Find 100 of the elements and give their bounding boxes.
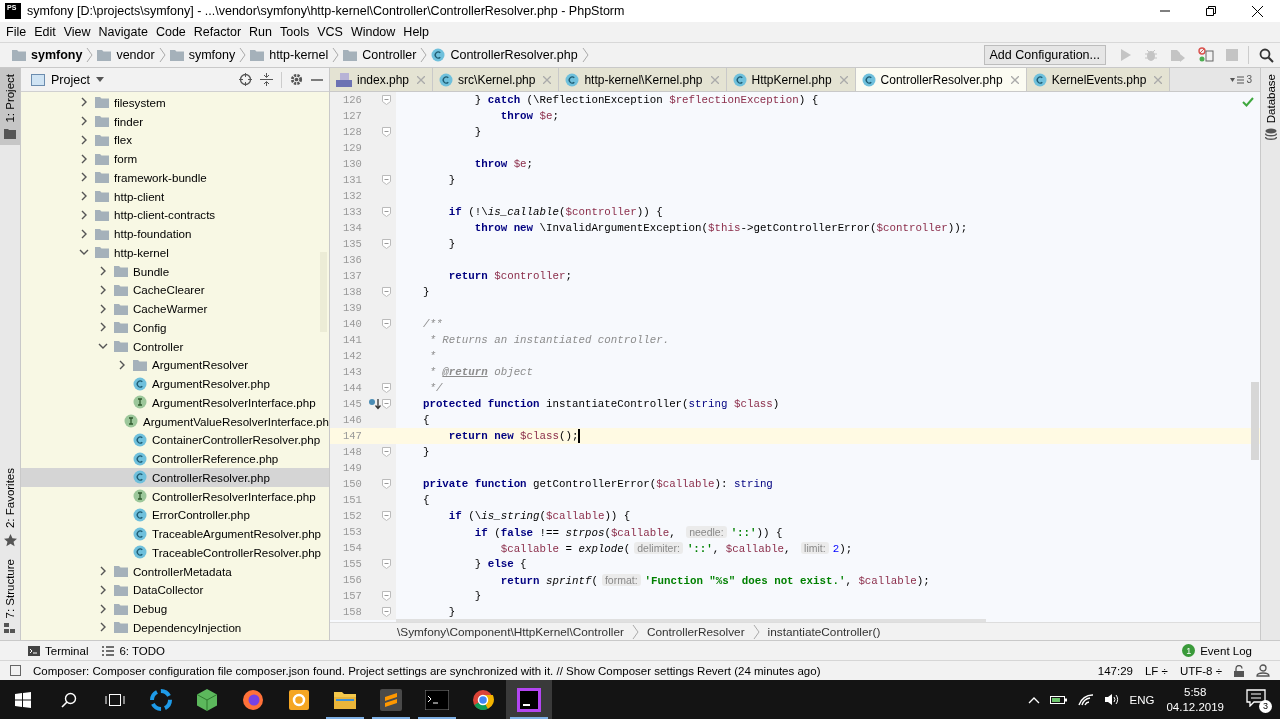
app-icon[interactable]	[287, 687, 311, 712]
menu-item[interactable]: Tools	[276, 25, 314, 39]
tree-item[interactable]: ArgumentResolver.php	[21, 374, 329, 393]
tool-window-tab[interactable]: 1: Project	[0, 68, 20, 145]
notification-icon[interactable]	[1246, 688, 1266, 707]
fold-marker-icon[interactable]	[382, 175, 391, 185]
tree-item[interactable]: Config	[21, 318, 329, 337]
tree-item[interactable]: ArgumentValueResolverInterface.ph	[21, 411, 329, 431]
tree-item[interactable]: DataCollector	[21, 580, 329, 600]
fold-marker-icon[interactable]	[382, 479, 391, 489]
fold-marker-icon[interactable]	[382, 95, 391, 105]
search-icon[interactable]	[1259, 47, 1274, 63]
breadcrumb-item[interactable]: symfony	[165, 48, 240, 62]
fold-marker-icon[interactable]	[382, 319, 391, 329]
tree-item[interactable]: form	[21, 149, 329, 168]
terminal-icon[interactable]	[425, 689, 449, 710]
tool-window-button[interactable]: 6: TODO	[102, 644, 166, 657]
app-icon[interactable]	[517, 687, 541, 712]
tree-item[interactable]: ErrorController.php	[21, 505, 329, 525]
event-log-button[interactable]: 1 Event Log	[1182, 644, 1252, 657]
restore-icon[interactable]	[1206, 6, 1216, 16]
tree-item[interactable]: http-kernel	[21, 243, 329, 262]
inspector-icon[interactable]	[1256, 664, 1270, 677]
breadcrumb-item[interactable]: vendor	[93, 48, 159, 62]
editor-tab[interactable]: index.php	[330, 68, 434, 91]
tree-item[interactable]: Bundle	[21, 261, 329, 281]
tree-item[interactable]: framework-bundle	[21, 168, 329, 187]
battery-icon[interactable]	[1049, 694, 1068, 705]
menu-item[interactable]: VCS	[313, 25, 347, 39]
editor-tab[interactable]: KernelEvents.php	[1026, 68, 1171, 91]
fold-marker-icon[interactable]	[382, 559, 391, 569]
collapse-all-icon[interactable]	[260, 73, 273, 86]
chevron-up-icon[interactable]	[1027, 695, 1040, 704]
fold-marker-icon[interactable]	[382, 607, 391, 617]
tree-item[interactable]: http-client-contracts	[21, 205, 329, 225]
browser-icon[interactable]	[471, 687, 495, 712]
tool-windows-icon[interactable]	[10, 665, 21, 676]
tree-item[interactable]: ControllerReference.php	[21, 449, 329, 468]
tree-item[interactable]: http-foundation	[21, 224, 329, 243]
tree-item[interactable]: ControllerResolver.php	[21, 468, 329, 487]
close-icon[interactable]	[1251, 5, 1263, 17]
wifi-icon[interactable]	[1077, 693, 1094, 706]
fold-marker-icon[interactable]	[382, 127, 391, 137]
locate-icon[interactable]	[239, 73, 252, 86]
browser-icon[interactable]	[241, 687, 265, 712]
menu-item[interactable]: File	[2, 25, 31, 39]
override-marker-icon[interactable]	[368, 398, 381, 410]
tool-window-button[interactable]: Terminal	[28, 644, 89, 657]
tree-item[interactable]: ControllerResolverInterface.php	[21, 486, 329, 506]
fold-marker-icon[interactable]	[382, 239, 391, 249]
breadcrumb-item[interactable]: instantiateController()	[767, 624, 881, 639]
menu-item[interactable]: Refactor	[189, 25, 246, 39]
tree-item[interactable]: http-client	[21, 186, 329, 206]
scrollbar-thumb[interactable]	[1251, 382, 1259, 460]
tab-list-button[interactable]: 3	[1230, 68, 1260, 91]
menu-item[interactable]: Help	[399, 25, 434, 39]
line-separator[interactable]: LF ÷	[1144, 664, 1168, 677]
tree-item[interactable]: ArgumentResolverInterface.php	[21, 393, 329, 412]
fold-marker-icon[interactable]	[382, 511, 391, 521]
tool-window-tab[interactable]: 2: Favorites	[0, 462, 20, 553]
breadcrumb-item[interactable]: symfony	[8, 48, 87, 62]
tool-window-tab[interactable]: Database	[1261, 68, 1280, 149]
tree-item[interactable]: TraceableControllerResolver.php	[21, 543, 329, 562]
breadcrumb-item[interactable]: ControllerResolver.php	[427, 48, 582, 62]
menu-item[interactable]: Code	[151, 25, 190, 39]
tree-item[interactable]: TraceableArgumentResolver.php	[21, 524, 329, 543]
menu-item[interactable]: Window	[346, 25, 400, 39]
editor-tab[interactable]: HttpKernel.php	[726, 68, 856, 91]
breadcrumb-item[interactable]: Controller	[339, 48, 421, 62]
app-icon[interactable]	[380, 688, 402, 711]
tree-item[interactable]: Controller	[21, 336, 329, 356]
tree-item[interactable]: DependencyInjection	[21, 618, 329, 637]
tool-window-tab[interactable]: 7: Structure	[0, 552, 20, 640]
tree-item[interactable]: ContainerControllerResolver.php	[21, 430, 329, 450]
fold-marker-icon[interactable]	[382, 447, 391, 457]
project-view-dropdown[interactable]: Project	[31, 72, 104, 87]
status-message[interactable]: Composer: Composer configuration file composer.json found. Project settings are synchronized with it. // Show Composer settings Revert (24 minutes ago)	[33, 664, 821, 677]
menu-item[interactable]: Navigate	[94, 25, 152, 39]
tree-item[interactable]: ControllerMetadata	[21, 561, 329, 581]
fold-marker-icon[interactable]	[382, 383, 391, 393]
run-configuration-button[interactable]: Add Configuration...	[983, 45, 1106, 65]
tree-item[interactable]: filesystem	[21, 93, 329, 112]
breadcrumb-item[interactable]: ControllerResolver	[646, 624, 745, 639]
editor-tab[interactable]: src\Kernel.php	[433, 68, 560, 91]
swirl-icon[interactable]	[149, 687, 173, 712]
breadcrumb-item[interactable]: \Symfony\Component\HttpKernel\Controller	[397, 624, 624, 639]
tree-item[interactable]: CacheWarmer	[21, 299, 329, 318]
tree-item[interactable]: Debug	[21, 599, 329, 618]
fold-marker-icon[interactable]	[382, 591, 391, 601]
language-indicator[interactable]: ENG	[1129, 693, 1155, 706]
attach-icon[interactable]	[1198, 47, 1214, 63]
menu-item[interactable]: Edit	[30, 25, 60, 39]
caret-position[interactable]: 147:29	[1097, 664, 1133, 677]
menu-item[interactable]: Run	[245, 25, 276, 39]
fold-marker-icon[interactable]	[382, 287, 391, 297]
editor-tab[interactable]: ControllerResolver.php	[855, 68, 1027, 91]
tree-item[interactable]: finder	[21, 111, 329, 131]
windows-logo-icon[interactable]	[15, 691, 31, 708]
cube-icon[interactable]	[196, 687, 218, 712]
settings-icon[interactable]	[290, 73, 303, 86]
